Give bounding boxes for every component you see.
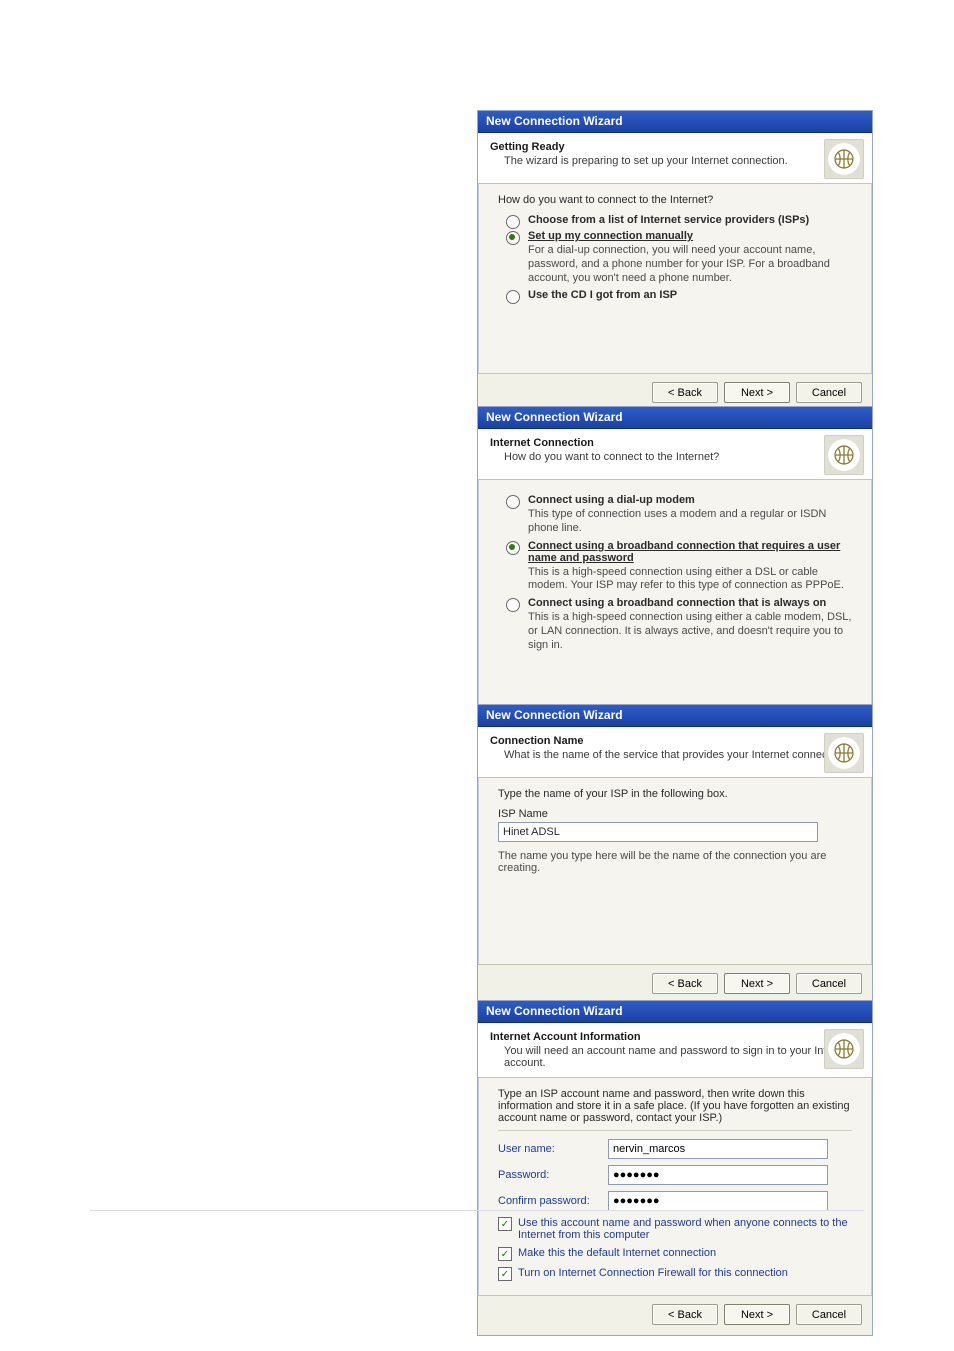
radio-icon xyxy=(506,231,520,245)
header-subtitle: You will need an account name and passwo… xyxy=(504,1045,862,1069)
checkbox-icon xyxy=(498,1247,512,1261)
option-label: Use the CD I got from an ISP xyxy=(528,289,677,301)
checkbox-icon xyxy=(498,1217,512,1231)
confirm-password-input[interactable] xyxy=(608,1191,828,1211)
checkbox-anyone-uses[interactable]: Use this account name and password when … xyxy=(498,1217,852,1241)
username-label: User name: xyxy=(498,1143,608,1155)
password-label: Password: xyxy=(498,1169,608,1181)
wizard-footer: < Back Next > Cancel xyxy=(478,964,872,1004)
next-button[interactable]: Next > xyxy=(724,973,790,994)
page: New Connection Wizard Getting Ready The … xyxy=(0,0,954,1351)
wizard-footer: < Back Next > Cancel xyxy=(478,1295,872,1335)
wizard-step-connection-name: New Connection Wizard Connection Name Wh… xyxy=(477,704,873,1005)
password-input[interactable] xyxy=(608,1165,828,1185)
option-description: This is a high-speed connection using ei… xyxy=(528,566,852,594)
wizard-step-account-information: New Connection Wizard Internet Account I… xyxy=(477,1000,873,1336)
cancel-button[interactable]: Cancel xyxy=(796,1304,862,1325)
checkbox-label: Turn on Internet Connection Firewall for… xyxy=(518,1267,788,1279)
cancel-button[interactable]: Cancel xyxy=(796,382,862,403)
wizard-body: How do you want to connect to the Intern… xyxy=(478,184,872,373)
checkbox-label: Make this the default Internet connectio… xyxy=(518,1247,716,1259)
radio-icon xyxy=(506,290,520,304)
window-title: New Connection Wizard xyxy=(478,705,872,727)
option-label: Connect using a dial-up modem xyxy=(528,494,695,506)
option-description: This is a high-speed connection using ei… xyxy=(528,611,852,652)
header-title: Internet Connection xyxy=(490,437,862,449)
window-title: New Connection Wizard xyxy=(478,407,872,429)
option-description: This type of connection uses a modem and… xyxy=(528,508,852,536)
header-title: Internet Account Information xyxy=(490,1031,862,1043)
header-subtitle: What is the name of the service that pro… xyxy=(504,749,862,761)
cancel-button[interactable]: Cancel xyxy=(796,973,862,994)
question: How do you want to connect to the Intern… xyxy=(498,194,852,206)
wizard-step-internet-connection: New Connection Wizard Internet Connectio… xyxy=(477,406,873,747)
wizard-body: Type an ISP account name and password, t… xyxy=(478,1078,872,1295)
connection-name-note: The name you type here will be the name … xyxy=(498,850,852,874)
wizard-header: Internet Connection How do you want to c… xyxy=(478,429,872,480)
wizard-header: Getting Ready The wizard is preparing to… xyxy=(478,133,872,184)
confirm-password-label: Confirm password: xyxy=(498,1195,608,1207)
header-subtitle: The wizard is preparing to set up your I… xyxy=(504,155,862,167)
wizard-header: Internet Account Information You will ne… xyxy=(478,1023,872,1078)
radio-icon xyxy=(506,495,520,509)
option-label: Set up my connection manually xyxy=(528,230,693,242)
globe-wand-icon xyxy=(824,435,864,475)
wizard-step-getting-ready: New Connection Wizard Getting Ready The … xyxy=(477,110,873,414)
page-separator xyxy=(90,1210,864,1211)
isp-name-input[interactable] xyxy=(498,822,818,842)
back-button[interactable]: < Back xyxy=(652,1304,718,1325)
wizard-body: Connect using a dial-up modem This type … xyxy=(478,480,872,706)
radio-icon xyxy=(506,598,520,612)
username-input[interactable] xyxy=(608,1139,828,1159)
option-label: Connect using a broadband connection tha… xyxy=(528,597,826,609)
option-label: Connect using a broadband connection tha… xyxy=(528,540,840,564)
header-subtitle: How do you want to connect to the Intern… xyxy=(504,451,862,463)
option-set-up-manually[interactable]: Set up my connection manually For a dial… xyxy=(506,230,852,285)
header-title: Connection Name xyxy=(490,735,862,747)
next-button[interactable]: Next > xyxy=(724,1304,790,1325)
option-dial-up[interactable]: Connect using a dial-up modem This type … xyxy=(506,494,852,536)
header-title: Getting Ready xyxy=(490,141,862,153)
option-broadband-credentials[interactable]: Connect using a broadband connection tha… xyxy=(506,540,852,594)
globe-wand-icon xyxy=(824,139,864,179)
checkbox-firewall[interactable]: Turn on Internet Connection Firewall for… xyxy=(498,1267,852,1281)
radio-icon xyxy=(506,215,520,229)
radio-icon xyxy=(506,541,520,555)
option-choose-from-list[interactable]: Choose from a list of Internet service p… xyxy=(506,214,852,226)
option-description: For a dial-up connection, you will need … xyxy=(528,244,852,285)
isp-name-label: ISP Name xyxy=(498,808,852,820)
globe-wand-icon xyxy=(824,1029,864,1069)
back-button[interactable]: < Back xyxy=(652,382,718,403)
wizard-body: Type the name of your ISP in the followi… xyxy=(478,778,872,964)
globe-wand-icon xyxy=(824,733,864,773)
wizard-header: Connection Name What is the name of the … xyxy=(478,727,872,778)
option-broadband-always-on[interactable]: Connect using a broadband connection tha… xyxy=(506,597,852,652)
checkbox-icon xyxy=(498,1267,512,1281)
checkbox-label: Use this account name and password when … xyxy=(518,1217,852,1241)
prompt: Type the name of your ISP in the followi… xyxy=(498,788,852,800)
back-button[interactable]: < Back xyxy=(652,973,718,994)
option-label: Choose from a list of Internet service p… xyxy=(528,214,809,226)
window-title: New Connection Wizard xyxy=(478,1001,872,1023)
window-title: New Connection Wizard xyxy=(478,111,872,133)
account-intro: Type an ISP account name and password, t… xyxy=(498,1088,852,1131)
checkbox-default-connection[interactable]: Make this the default Internet connectio… xyxy=(498,1247,852,1261)
next-button[interactable]: Next > xyxy=(724,382,790,403)
option-use-cd[interactable]: Use the CD I got from an ISP xyxy=(506,289,852,301)
